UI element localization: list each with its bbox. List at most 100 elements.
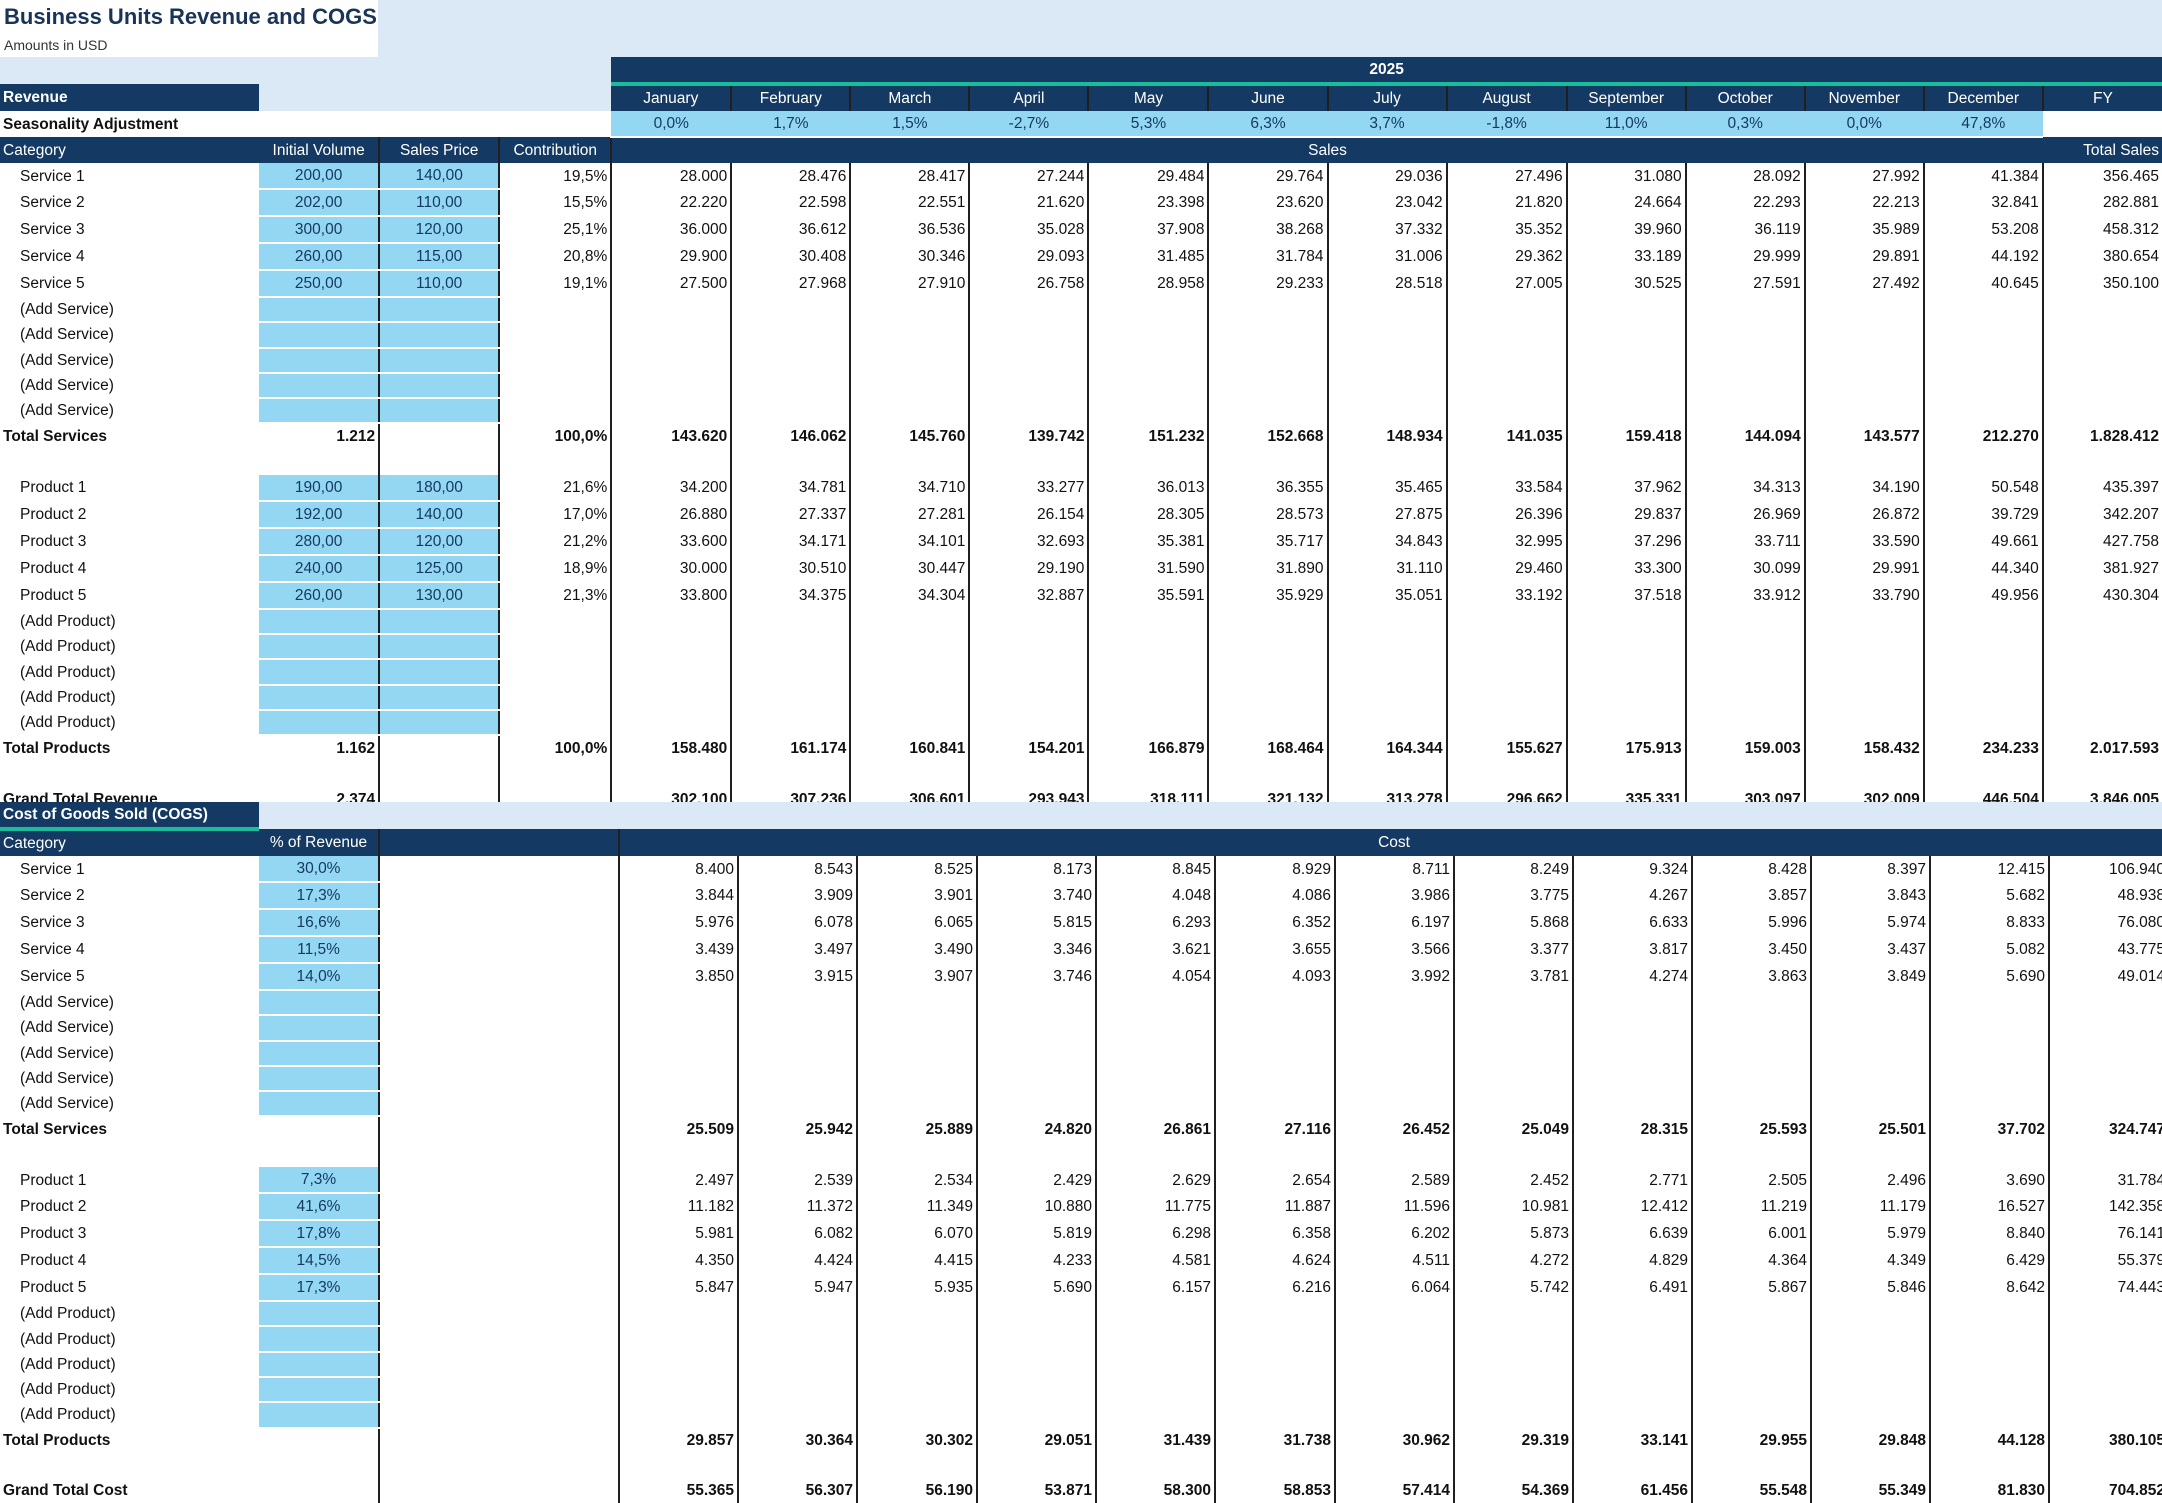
sales-price-input[interactable]: 140,00 — [378, 500, 500, 529]
volume-input-empty[interactable] — [259, 684, 380, 711]
volume-input-empty[interactable] — [259, 709, 380, 737]
month-value-1: 30.000 — [610, 554, 732, 582]
total-value: 1.828.412 — [2041, 423, 2162, 450]
initial-volume-input[interactable]: 190,00 — [259, 474, 380, 502]
volume-input-empty[interactable] — [259, 297, 380, 324]
pct-input-empty[interactable] — [259, 1091, 379, 1118]
seasonality-input-10[interactable]: 0,3% — [1685, 111, 1805, 138]
empty-cell — [849, 659, 970, 685]
empty-cell — [856, 1040, 977, 1066]
month-value-12: 212.270 — [1922, 423, 2043, 450]
volume-input-empty[interactable] — [259, 608, 380, 636]
pct-revenue-input[interactable]: 17,3% — [259, 1274, 379, 1303]
price-input-empty[interactable] — [378, 372, 500, 400]
sales-price-input[interactable]: 120,00 — [378, 216, 500, 244]
empty-cell — [1334, 1402, 1454, 1428]
sales-price-input[interactable]: 110,00 — [378, 189, 500, 217]
initial-volume-input[interactable]: 280,00 — [259, 527, 380, 556]
volume-input-empty[interactable] — [259, 372, 380, 400]
price-input-empty[interactable] — [378, 297, 500, 324]
month-value-12: 53.208 — [1922, 216, 2043, 243]
pct-input-empty[interactable] — [259, 1326, 379, 1353]
sales-price-input[interactable]: 115,00 — [378, 243, 500, 271]
pct-input-empty[interactable] — [259, 1301, 379, 1328]
price-input-empty[interactable] — [378, 398, 500, 425]
table-row: (Add Product) — [0, 608, 2162, 636]
sales-price-input[interactable]: 125,00 — [378, 554, 500, 583]
month-value-2: 27.337 — [730, 500, 851, 528]
title-box: Business Units Revenue and COGS Amounts … — [0, 0, 378, 57]
sales-price-input[interactable]: 110,00 — [378, 270, 500, 298]
pct-revenue-input[interactable]: 17,8% — [259, 1220, 379, 1249]
volume-input-empty[interactable] — [259, 659, 380, 686]
pct-input-empty[interactable] — [259, 1351, 379, 1378]
sales-price-input[interactable]: 130,00 — [378, 581, 500, 610]
seasonality-input-6[interactable]: 6,3% — [1208, 111, 1328, 138]
pct-revenue-input[interactable]: 14,0% — [259, 963, 379, 991]
seasonality-input-7[interactable]: 3,7% — [1327, 111, 1447, 138]
empty-cell — [1922, 761, 2043, 787]
price-input-empty[interactable] — [378, 347, 500, 374]
seasonality-input-11[interactable]: 0,0% — [1804, 111, 1924, 138]
month-value-1: 3.850 — [618, 963, 738, 990]
price-input-empty[interactable] — [378, 709, 500, 737]
empty-cell — [1445, 322, 1567, 348]
initial-volume-input[interactable]: 192,00 — [259, 500, 380, 529]
empty-cell — [1922, 297, 2043, 323]
initial-volume-input[interactable]: 250,00 — [259, 270, 380, 298]
volume-input-empty[interactable] — [259, 634, 380, 661]
empty-cell — [1572, 1091, 1692, 1117]
empty-cell — [737, 1301, 857, 1327]
pct-input-empty[interactable] — [259, 1015, 379, 1042]
empty-cell — [1214, 1141, 1335, 1168]
month-value-8: 29.319 — [1453, 1427, 1573, 1453]
pct-revenue-input[interactable]: 41,6% — [259, 1193, 379, 1222]
pct-revenue-input[interactable]: 16,6% — [259, 909, 379, 937]
seasonality-input-4[interactable]: -2,7% — [969, 111, 1089, 138]
pct-input-empty[interactable] — [259, 990, 379, 1017]
initial-volume-input[interactable]: 200,00 — [259, 163, 380, 190]
empty-cell — [378, 882, 619, 909]
initial-volume-input[interactable]: 240,00 — [259, 554, 380, 583]
month-value-6: 35.717 — [1207, 527, 1328, 555]
sales-price-input[interactable]: 120,00 — [378, 527, 500, 556]
pct-revenue-input[interactable]: 14,5% — [259, 1247, 379, 1276]
volume-input-empty[interactable] — [259, 322, 380, 349]
contribution-value: 19,1% — [498, 270, 612, 297]
price-input-empty[interactable] — [378, 659, 500, 686]
price-input-empty[interactable] — [378, 322, 500, 349]
empty-cell — [976, 1065, 1096, 1092]
price-input-empty[interactable] — [378, 684, 500, 711]
pct-input-empty[interactable] — [259, 1376, 379, 1404]
empty-cell — [976, 1141, 1096, 1168]
add-item-label: (Add Product) — [0, 1402, 259, 1428]
pct-input-empty[interactable] — [259, 1402, 379, 1429]
pct-revenue-input[interactable]: 30,0% — [259, 856, 379, 883]
month-value-5: 6.293 — [1095, 909, 1215, 936]
seasonality-input-5[interactable]: 5,3% — [1088, 111, 1209, 138]
pct-revenue-input[interactable]: 17,3% — [259, 882, 379, 910]
total-value: 342.207 — [2041, 500, 2162, 528]
initial-volume-input[interactable]: 300,00 — [259, 216, 380, 244]
initial-volume-input[interactable]: 202,00 — [259, 189, 380, 217]
price-input-empty[interactable] — [378, 608, 500, 636]
pct-input-empty[interactable] — [259, 1040, 379, 1067]
initial-volume-input[interactable]: 260,00 — [259, 243, 380, 271]
price-input-empty[interactable] — [378, 634, 500, 661]
sales-price-input[interactable]: 140,00 — [378, 163, 500, 190]
month-value-6: 31.784 — [1207, 243, 1328, 270]
pct-input-empty[interactable] — [259, 1065, 379, 1093]
seasonality-input-3[interactable]: 1,5% — [850, 111, 970, 138]
volume-input-empty[interactable] — [259, 398, 380, 425]
empty-cell — [730, 449, 851, 475]
seasonality-input-2[interactable]: 1,7% — [731, 111, 851, 138]
seasonality-input-1[interactable]: 0,0% — [611, 111, 732, 138]
pct-revenue-input[interactable]: 7,3% — [259, 1167, 379, 1195]
volume-input-empty[interactable] — [259, 347, 380, 374]
pct-revenue-input[interactable]: 11,5% — [259, 936, 379, 964]
initial-volume-input[interactable]: 260,00 — [259, 581, 380, 610]
sales-price-input[interactable]: 180,00 — [378, 474, 500, 502]
seasonality-input-8[interactable]: -1,8% — [1446, 111, 1567, 138]
seasonality-input-9[interactable]: 11,0% — [1566, 111, 1686, 138]
seasonality-input-12[interactable]: 47,8% — [1923, 111, 2043, 138]
